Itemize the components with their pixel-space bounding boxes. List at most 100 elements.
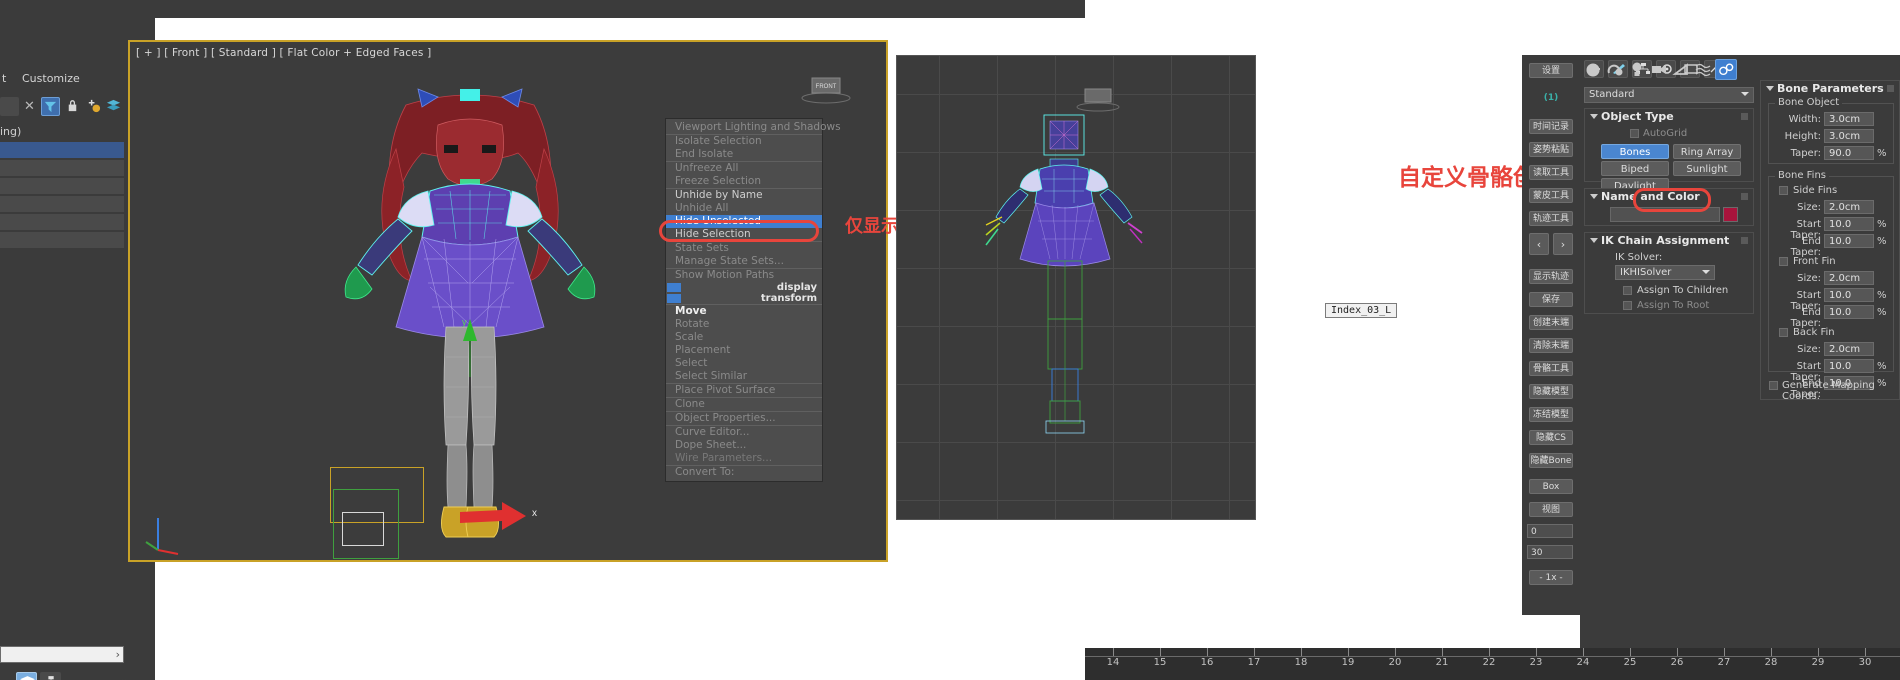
ctx-item-place-pivot-surface[interactable]: Place Pivot Surface bbox=[666, 384, 822, 397]
width-spinbox[interactable]: 3.0cm bbox=[1824, 112, 1874, 126]
hierarchy-icon[interactable] bbox=[40, 672, 61, 680]
viewcube[interactable]: FRONT bbox=[796, 72, 856, 112]
ctx-item-dope-sheet[interactable]: Dope Sheet... bbox=[666, 439, 822, 452]
shapes-icon[interactable] bbox=[1606, 61, 1624, 81]
back-start-taper-spinbox[interactable]: 10.0 bbox=[1824, 359, 1874, 373]
ctx-item-manage-state-sets[interactable]: Manage State Sets... bbox=[666, 255, 822, 268]
list-item-selected[interactable] bbox=[0, 142, 124, 159]
height-spinbox[interactable]: 3.0cm bbox=[1824, 129, 1874, 143]
object-color-swatch[interactable] bbox=[1723, 207, 1738, 222]
side-end-taper-spinbox[interactable]: 10.0 bbox=[1824, 234, 1874, 248]
cameras-icon[interactable] bbox=[1650, 61, 1668, 81]
ctx-item-isolate-selection[interactable]: Isolate Selection bbox=[666, 135, 822, 148]
timeline-ruler[interactable]: 14 15 16 17 18 19 20 21 22 23 24 25 26 2… bbox=[1085, 648, 1900, 680]
side-start-taper-spinbox[interactable]: 10.0 bbox=[1824, 217, 1874, 231]
assign-to-root-checkbox[interactable] bbox=[1623, 301, 1632, 310]
chevron-down-icon[interactable]: ▾ bbox=[2, 672, 14, 680]
cn-button-skin-tool[interactable]: 蒙皮工具 bbox=[1529, 188, 1573, 203]
cn-button-clear-end[interactable]: 清除末端 bbox=[1529, 338, 1573, 353]
rollout-title-bone-parameters[interactable]: Bone Parameters bbox=[1761, 81, 1899, 96]
side-size-spinbox[interactable]: 2.0cm bbox=[1824, 200, 1874, 214]
menu-item-customize[interactable]: Customize bbox=[22, 72, 80, 85]
menu-item-partial[interactable]: t bbox=[2, 72, 6, 85]
viewport-perspective[interactable] bbox=[896, 55, 1256, 520]
rollout-title-ik-chain[interactable]: IK Chain Assignment bbox=[1585, 233, 1753, 248]
ctx-item-state-sets[interactable]: State Sets bbox=[666, 242, 822, 255]
ctx-item-placement[interactable]: Placement bbox=[666, 344, 822, 357]
cn-button-view[interactable]: 视图 bbox=[1529, 502, 1573, 517]
ctx-item-end-isolate[interactable]: End Isolate bbox=[666, 148, 822, 161]
cn-nav-next[interactable]: › bbox=[1553, 233, 1573, 255]
cn-button-bone-tool[interactable]: 骨骼工具 bbox=[1529, 361, 1573, 376]
biped-button[interactable]: Biped bbox=[1601, 161, 1669, 176]
layers-icon[interactable] bbox=[105, 97, 124, 116]
ctx-item-curve-editor[interactable]: Curve Editor... bbox=[666, 426, 822, 439]
pin-icon[interactable] bbox=[1741, 113, 1748, 120]
pin-icon[interactable] bbox=[1741, 193, 1748, 200]
overflow-icon[interactable]: » bbox=[120, 672, 130, 680]
cn-button-settings[interactable]: 设置 bbox=[1529, 63, 1573, 78]
cn-button-multiplier[interactable]: - 1x - bbox=[1529, 570, 1573, 585]
list-item[interactable] bbox=[0, 196, 124, 213]
cn-button-save[interactable]: 保存 bbox=[1529, 292, 1573, 307]
list-item[interactable] bbox=[0, 160, 124, 177]
taper-spinbox[interactable]: 90.0 bbox=[1824, 146, 1874, 160]
ctx-item-freeze-selection[interactable]: Freeze Selection bbox=[666, 175, 822, 188]
ctx-item-scale[interactable]: Scale bbox=[666, 331, 822, 344]
ctx-item-clone[interactable]: Clone bbox=[666, 398, 822, 411]
rollout-title-object-type[interactable]: Object Type bbox=[1585, 109, 1753, 124]
cn-button-hide-model[interactable]: 隐藏模型 bbox=[1529, 384, 1573, 399]
front-end-taper-spinbox[interactable]: 10.0 bbox=[1824, 305, 1874, 319]
search-input[interactable]: › bbox=[0, 646, 124, 663]
front-size-spinbox[interactable]: 2.0cm bbox=[1824, 271, 1874, 285]
spacewarps-icon[interactable] bbox=[1694, 61, 1712, 81]
close-icon[interactable]: ✕ bbox=[20, 97, 39, 116]
cn-button-hide-cs[interactable]: 隐藏CS bbox=[1529, 430, 1573, 445]
ctx-item-viewport-lighting[interactable]: Viewport Lighting and Shadows bbox=[666, 121, 841, 134]
cn-button-time-record[interactable]: 时间记录 bbox=[1529, 119, 1573, 134]
ring-array-button[interactable]: Ring Array bbox=[1673, 144, 1741, 159]
cn-button-create-end[interactable]: 创建末端 bbox=[1529, 315, 1573, 330]
back-fin-checkbox[interactable] bbox=[1779, 328, 1788, 337]
assign-to-children-checkbox[interactable] bbox=[1623, 286, 1632, 295]
systems-icon[interactable] bbox=[1715, 59, 1737, 80]
front-fin-checkbox[interactable] bbox=[1779, 257, 1788, 266]
list-item[interactable] bbox=[0, 178, 124, 195]
subcategory-select[interactable]: Standard bbox=[1584, 87, 1754, 103]
cn-button-hide-bone[interactable]: 隐藏Bone bbox=[1529, 453, 1573, 468]
bones-button[interactable]: Bones bbox=[1601, 144, 1669, 159]
cn-spin-start[interactable]: 0 bbox=[1527, 524, 1573, 538]
back-size-spinbox[interactable]: 2.0cm bbox=[1824, 342, 1874, 356]
pin-icon[interactable] bbox=[1887, 85, 1894, 92]
front-start-taper-spinbox[interactable]: 10.0 bbox=[1824, 288, 1874, 302]
filter-icon[interactable] bbox=[41, 97, 60, 116]
ctx-item-move[interactable]: Move bbox=[666, 305, 822, 318]
field-box[interactable] bbox=[0, 97, 19, 116]
cn-button-show-track[interactable]: 显示轨迹 bbox=[1529, 269, 1573, 284]
ctx-item-unhide-all[interactable]: Unhide All bbox=[666, 202, 822, 215]
ctx-item-wire-parameters[interactable]: Wire Parameters... bbox=[666, 452, 822, 465]
cn-nav-prev[interactable]: ‹ bbox=[1529, 233, 1549, 255]
side-fins-checkbox[interactable] bbox=[1779, 186, 1788, 195]
ctx-item-show-motion-paths[interactable]: Show Motion Paths bbox=[666, 269, 822, 282]
cn-button-pose-paste[interactable]: 姿势粘贴 bbox=[1529, 142, 1573, 157]
generate-mapping-checkbox[interactable] bbox=[1769, 381, 1778, 390]
ctx-item-unfreeze-all[interactable]: Unfreeze All bbox=[666, 162, 822, 175]
lights-icon[interactable] bbox=[1628, 61, 1646, 81]
ctx-item-rotate[interactable]: Rotate bbox=[666, 318, 822, 331]
ctx-item-select[interactable]: Select bbox=[666, 357, 822, 370]
ctx-item-object-properties[interactable]: Object Properties... bbox=[666, 412, 822, 425]
ctx-item-convert-to[interactable]: Convert To: bbox=[666, 466, 822, 479]
layers-toggle-icon[interactable] bbox=[16, 672, 37, 680]
autogrid-checkbox[interactable] bbox=[1630, 129, 1639, 138]
cn-button-track-tool[interactable]: 轨迹工具 bbox=[1529, 211, 1573, 226]
list-item[interactable] bbox=[0, 214, 124, 231]
add-icon[interactable] bbox=[85, 97, 104, 116]
ik-solver-select[interactable]: IKHISolver bbox=[1615, 265, 1715, 280]
context-menu[interactable]: Viewport Lighting and Shadows Isolate Se… bbox=[665, 118, 841, 482]
geometry-icon[interactable] bbox=[1584, 61, 1602, 81]
lock-icon[interactable] bbox=[64, 97, 83, 116]
cn-spin-end[interactable]: 30 bbox=[1527, 545, 1573, 559]
list-item[interactable] bbox=[0, 232, 124, 249]
ctx-item-unhide-by-name[interactable]: Unhide by Name bbox=[666, 189, 822, 202]
